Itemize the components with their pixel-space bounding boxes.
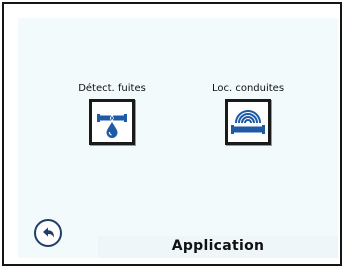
screen: Détect. fuites Loc. conduites Applicatio… — [18, 18, 338, 258]
device-frame: Détect. fuites Loc. conduites Applicatio… — [2, 2, 342, 266]
app-leak-detection-label: Détect. fuites — [78, 83, 146, 94]
back-arrow-icon — [43, 227, 54, 238]
app-pipe-locator[interactable]: Loc. conduites — [203, 83, 293, 145]
back-button[interactable] — [34, 219, 62, 247]
leak-detection-icon — [97, 114, 127, 138]
title-bar: Application — [98, 236, 338, 258]
app-leak-detection[interactable]: Détect. fuites — [67, 83, 157, 145]
page-title: Application — [171, 238, 265, 254]
app-pipe-locator-button[interactable] — [225, 99, 271, 145]
pipe-locator-icon — [231, 110, 265, 134]
app-pipe-locator-label: Loc. conduites — [211, 83, 285, 94]
app-leak-detection-button[interactable] — [89, 99, 135, 145]
